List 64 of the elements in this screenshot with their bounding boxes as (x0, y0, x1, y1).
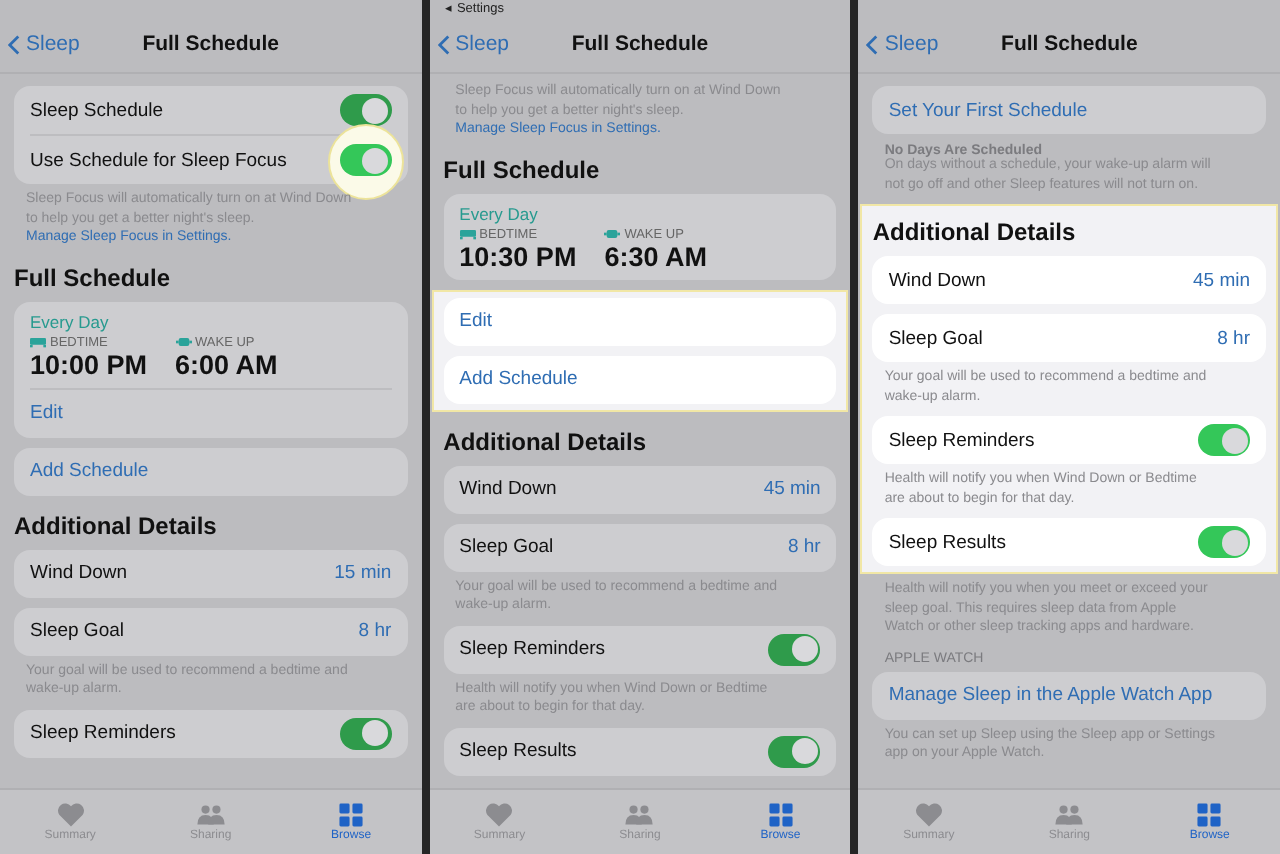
schedule-days: Every Day (30, 311, 392, 331)
grid-icon (765, 802, 796, 828)
action-link[interactable]: Set Your First Schedule (888, 99, 1088, 121)
back-button[interactable]: Sleep (437, 32, 510, 56)
setting-value[interactable]: 8 hr (1217, 327, 1250, 349)
toggle-switch[interactable] (768, 735, 821, 767)
setting-label: Sleep Goal (459, 536, 554, 558)
heart-icon (913, 802, 944, 828)
back-chevron-icon (866, 33, 879, 55)
setting-value[interactable]: 45 min (1192, 269, 1250, 291)
setting-label: Sleep Schedule (30, 99, 164, 121)
bedtime-value: 10:00 PM (30, 349, 148, 379)
setting-label: Sleep Results (459, 740, 577, 762)
section-heading: Additional Details (14, 511, 219, 539)
bed-icon (459, 228, 476, 240)
setting-label: Use Schedule for Sleep Focus (30, 149, 287, 171)
action-link[interactable]: Manage Sleep in the Apple Watch App (888, 684, 1213, 706)
screen-title: Full Schedule (571, 32, 709, 56)
setting-label: Sleep Reminders (30, 722, 176, 744)
screen-title: Full Schedule (142, 32, 279, 56)
setting-label: Sleep Goal (30, 620, 125, 642)
toggle-switch[interactable] (1198, 424, 1250, 456)
section-heading: Full Schedule (14, 263, 173, 291)
section-heading: Additional Details (443, 427, 648, 455)
setting-label: Sleep Reminders (459, 638, 606, 660)
toggle-switch[interactable] (1198, 526, 1250, 558)
section-heading: Additional Details (872, 218, 1078, 246)
action-link[interactable]: Add Schedule (459, 368, 578, 390)
toggle-switch[interactable] (339, 94, 392, 126)
bedtime-value: 10:30 PM (459, 241, 577, 271)
grid-icon (336, 802, 367, 828)
schedule-days: Every Day (459, 203, 821, 223)
setting-value[interactable]: 8 hr (358, 620, 392, 642)
setting-label: Wind Down (30, 562, 128, 584)
grid-icon (1194, 802, 1225, 828)
alarm-clock-icon (604, 228, 621, 240)
toggle-switch[interactable] (339, 717, 392, 749)
setting-value[interactable]: 45 min (763, 478, 821, 500)
wake-up-value: 6:30 AM (604, 241, 707, 271)
setting-value[interactable]: 15 min (334, 562, 392, 584)
back-chevron-icon (8, 33, 20, 55)
back-button[interactable]: Sleep (8, 32, 80, 56)
people-icon (195, 802, 226, 828)
heart-icon (55, 802, 86, 828)
action-link[interactable]: Edit (30, 402, 63, 424)
bed-icon (30, 336, 46, 348)
toggle-switch[interactable] (768, 633, 821, 665)
setting-label: Sleep Goal (888, 327, 983, 349)
people-icon (624, 802, 655, 828)
alarm-clock-icon (175, 336, 192, 348)
back-button[interactable]: Sleep (866, 32, 939, 56)
setting-label: Sleep Reminders (888, 429, 1035, 451)
wake-up-value: 6:00 AM (175, 349, 278, 379)
setting-label: Wind Down (888, 269, 986, 291)
setting-label: Wind Down (459, 478, 557, 500)
action-link[interactable]: Edit (459, 310, 493, 332)
section-heading: Full Schedule (443, 155, 602, 183)
people-icon (1054, 802, 1085, 828)
screen-title: Full Schedule (1001, 32, 1138, 56)
heart-icon (484, 802, 515, 828)
setting-label: Sleep Results (888, 531, 1006, 553)
back-chevron-icon (437, 33, 450, 55)
setting-value[interactable]: 8 hr (787, 536, 821, 558)
action-link[interactable]: Add Schedule (30, 460, 149, 482)
